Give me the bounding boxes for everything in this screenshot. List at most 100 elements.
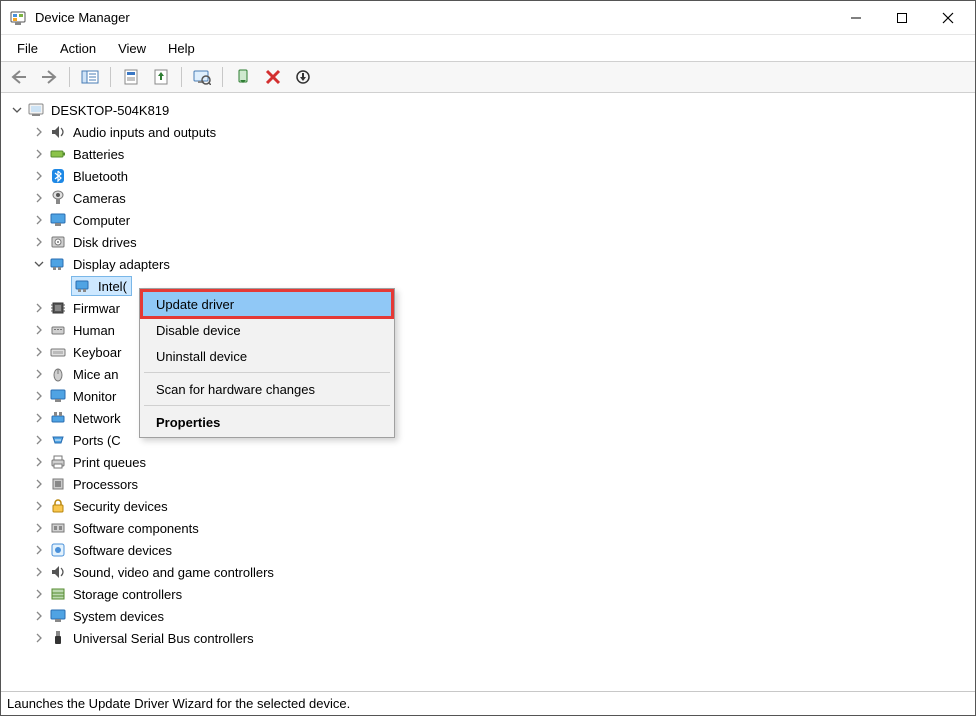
- context-menu-scan[interactable]: Scan for hardware changes: [142, 376, 392, 402]
- expand-icon[interactable]: [31, 300, 47, 316]
- tree-node-label: Universal Serial Bus controllers: [73, 631, 254, 646]
- cpu-icon: [49, 475, 67, 493]
- toolbar-uninstall-button[interactable]: [259, 64, 287, 90]
- tree-node-audio[interactable]: Audio inputs and outputs: [9, 121, 975, 143]
- tree-node-bluetooth[interactable]: Bluetooth: [9, 165, 975, 187]
- tree-node-label: Firmwar: [73, 301, 120, 316]
- port-icon: [49, 431, 67, 449]
- hid-icon: [49, 321, 67, 339]
- tree-node-software-components[interactable]: Software components: [9, 517, 975, 539]
- device-tree[interactable]: DESKTOP-504K819 Audio inputs and outputs…: [1, 93, 975, 691]
- tree-node-label: Print queues: [73, 455, 146, 470]
- speaker-icon: [49, 123, 67, 141]
- expand-icon[interactable]: [31, 586, 47, 602]
- context-menu-update-driver[interactable]: Update driver: [142, 291, 392, 317]
- menu-view[interactable]: View: [108, 38, 156, 59]
- tree-root-label: DESKTOP-504K819: [51, 103, 169, 118]
- tree-node-label: Computer: [73, 213, 130, 228]
- display-adapter-icon: [74, 277, 92, 295]
- tree-node-system-devices[interactable]: System devices: [9, 605, 975, 627]
- lock-icon: [49, 497, 67, 515]
- tree-node-print-queues[interactable]: Print queues: [9, 451, 975, 473]
- context-menu-properties[interactable]: Properties: [142, 409, 392, 435]
- tree-node-batteries[interactable]: Batteries: [9, 143, 975, 165]
- expand-icon[interactable]: [31, 388, 47, 404]
- menu-action[interactable]: Action: [50, 38, 106, 59]
- context-menu-item-label: Update driver: [156, 297, 234, 312]
- speaker-icon: [49, 563, 67, 581]
- toolbar-show-hide-button[interactable]: [76, 64, 104, 90]
- expand-icon[interactable]: [31, 234, 47, 250]
- tree-node-security[interactable]: Security devices: [9, 495, 975, 517]
- tree-node-processors[interactable]: Processors: [9, 473, 975, 495]
- expand-icon[interactable]: [31, 168, 47, 184]
- tree-root[interactable]: DESKTOP-504K819: [9, 99, 975, 121]
- expand-icon[interactable]: [31, 322, 47, 338]
- tree-node-label: Network: [73, 411, 121, 426]
- expand-icon[interactable]: [31, 366, 47, 382]
- tree-node-display-adapters[interactable]: Display adapters: [9, 253, 975, 275]
- close-button[interactable]: [925, 3, 971, 33]
- menu-help[interactable]: Help: [158, 38, 205, 59]
- tree-node-label: Display adapters: [73, 257, 170, 272]
- expand-icon[interactable]: [31, 564, 47, 580]
- toolbar-properties-button[interactable]: [117, 64, 145, 90]
- context-menu-item-label: Disable device: [156, 323, 241, 338]
- context-menu-uninstall-device[interactable]: Uninstall device: [142, 343, 392, 369]
- toolbar-enable-button[interactable]: [229, 64, 257, 90]
- monitor-icon: [49, 211, 67, 229]
- tree-node-cameras[interactable]: Cameras: [9, 187, 975, 209]
- expand-icon[interactable]: [31, 190, 47, 206]
- chip-icon: [49, 299, 67, 317]
- collapse-icon[interactable]: [9, 102, 25, 118]
- tree-node-label: Keyboar: [73, 345, 121, 360]
- monitor-icon: [49, 387, 67, 405]
- expand-icon[interactable]: [31, 630, 47, 646]
- usb-icon: [49, 629, 67, 647]
- toolbar-update-driver-button[interactable]: [147, 64, 175, 90]
- component-icon: [49, 519, 67, 537]
- tree-node-usb[interactable]: Universal Serial Bus controllers: [9, 627, 975, 649]
- expand-icon[interactable]: [31, 344, 47, 360]
- toolbar-separator: [222, 67, 223, 87]
- minimize-button[interactable]: [833, 3, 879, 33]
- context-menu-item-label: Properties: [156, 415, 220, 430]
- collapse-icon[interactable]: [31, 256, 47, 272]
- tree-node-label: Software components: [73, 521, 199, 536]
- menu-file[interactable]: File: [7, 38, 48, 59]
- expand-icon[interactable]: [31, 124, 47, 140]
- expand-icon[interactable]: [31, 432, 47, 448]
- tree-node-label: Bluetooth: [73, 169, 128, 184]
- expand-icon[interactable]: [31, 608, 47, 624]
- context-menu-disable-device[interactable]: Disable device: [142, 317, 392, 343]
- maximize-button[interactable]: [879, 3, 925, 33]
- toolbar-disable-button[interactable]: [289, 64, 317, 90]
- toolbar-back-button[interactable]: [5, 64, 33, 90]
- expand-icon[interactable]: [31, 410, 47, 426]
- expand-icon[interactable]: [31, 454, 47, 470]
- tree-node-label: System devices: [73, 609, 164, 624]
- expand-icon[interactable]: [31, 212, 47, 228]
- tree-node-label: Sound, video and game controllers: [73, 565, 274, 580]
- mouse-icon: [49, 365, 67, 383]
- tree-node-computer[interactable]: Computer: [9, 209, 975, 231]
- expand-icon[interactable]: [31, 498, 47, 514]
- toolbar-forward-button[interactable]: [35, 64, 63, 90]
- context-menu-item-label: Uninstall device: [156, 349, 247, 364]
- tree-node-disk[interactable]: Disk drives: [9, 231, 975, 253]
- tree-node-storage[interactable]: Storage controllers: [9, 583, 975, 605]
- tree-node-label: Software devices: [73, 543, 172, 558]
- statusbar-text: Launches the Update Driver Wizard for th…: [7, 696, 350, 711]
- tree-node-software-devices[interactable]: Software devices: [9, 539, 975, 561]
- expand-icon[interactable]: [31, 542, 47, 558]
- tree-node-sound[interactable]: Sound, video and game controllers: [9, 561, 975, 583]
- expand-icon[interactable]: [31, 146, 47, 162]
- expand-icon[interactable]: [31, 520, 47, 536]
- camera-icon: [49, 189, 67, 207]
- expand-icon[interactable]: [31, 476, 47, 492]
- selected-device[interactable]: Intel(: [71, 276, 132, 296]
- tree-node-label: Storage controllers: [73, 587, 182, 602]
- system-icon: [49, 607, 67, 625]
- toolbar-scan-button[interactable]: [188, 64, 216, 90]
- toolbar: [1, 61, 975, 93]
